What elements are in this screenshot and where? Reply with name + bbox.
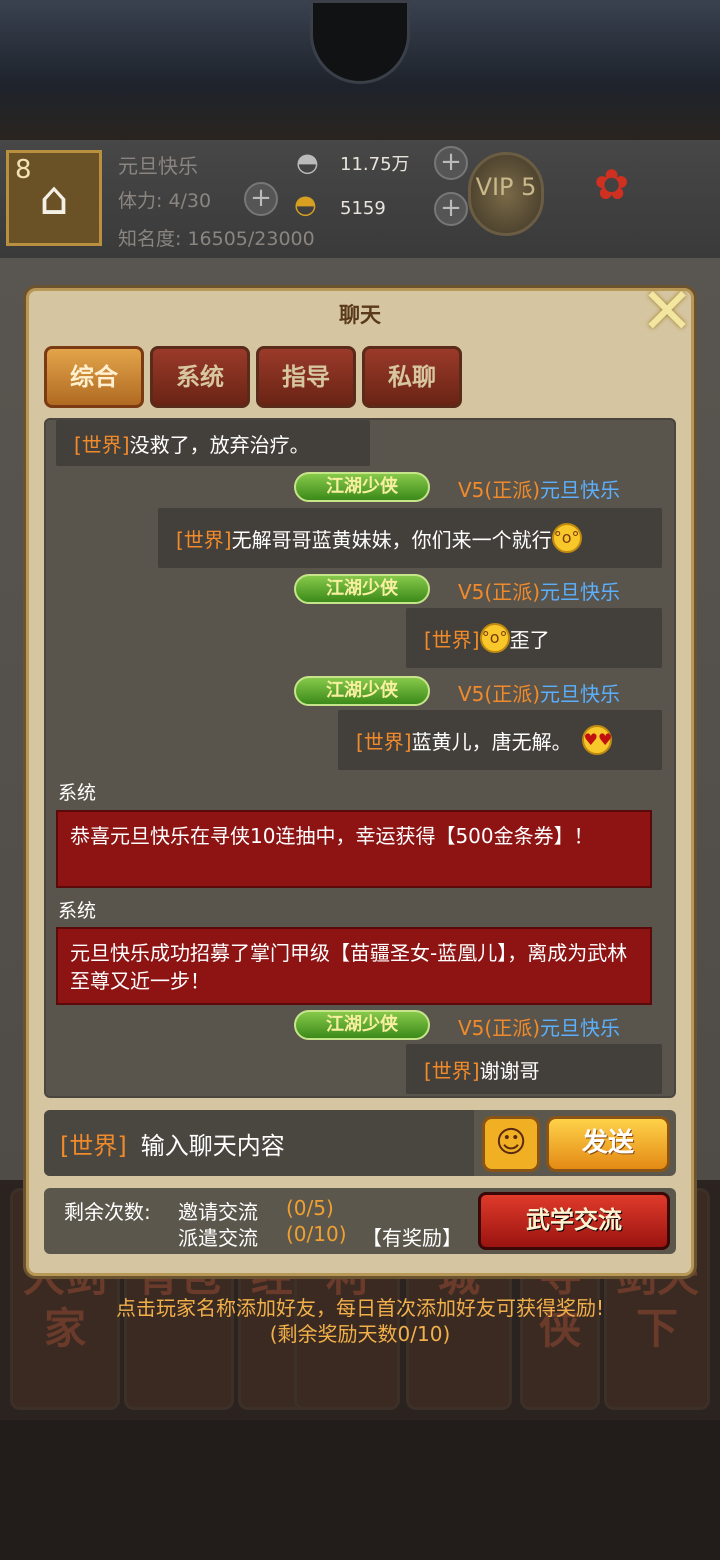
invite-label: 邀请交流 [178, 1200, 258, 1224]
player-level-badge[interactable]: 8 ⌂ [6, 150, 102, 246]
remaining-label: 剩余次数: [64, 1200, 151, 1224]
add-silver-button[interactable]: + [434, 146, 468, 180]
flushed-emoji-icon: °o° [479, 623, 510, 653]
close-icon[interactable]: ✕ [632, 280, 702, 344]
dispatch-count: (0/10) [286, 1222, 347, 1246]
stamina-label: 体力: 4/30 [118, 190, 212, 212]
channel-tag: [世界] [176, 527, 232, 552]
message-text: 没救了，放弃治疗。 [129, 432, 310, 457]
channel-tag: [世界] [424, 1058, 480, 1083]
friend-hint: 点击玩家名称添加好友，每日首次添加好友可获得奖励! [115, 1296, 605, 1320]
gold-amount: 5159 [340, 198, 386, 219]
sender-name[interactable]: V5(正派)元旦快乐 [458, 576, 620, 605]
player-name: 元旦快乐 [118, 154, 198, 178]
message-text: 无解哥哥蓝黄妹妹，你们来一个就行 [231, 527, 552, 552]
system-label: 系统 [58, 900, 97, 922]
smile-icon: ☺ [495, 1125, 527, 1160]
system-message: 恭喜元旦快乐在寻侠10连抽中，幸运获得【500金条券】！ [56, 810, 652, 888]
input-channel-tag: [世界] [60, 1131, 127, 1160]
title-badge: 江湖少侠 [294, 574, 430, 604]
pagoda-icon: ⌂ [39, 171, 69, 225]
tab-general[interactable]: 综合 [44, 346, 144, 408]
add-gold-button[interactable]: + [434, 192, 468, 226]
emoji-button[interactable]: ☺ [482, 1116, 540, 1172]
reward-days-hint: (剩余奖励天数0/10) [269, 1322, 451, 1346]
silver-ingot-icon: ◓ [296, 148, 319, 178]
vip-level: VIP 5 [475, 173, 537, 201]
chat-input[interactable]: [世界] 输入聊天内容 [44, 1110, 474, 1176]
chat-bubble: [世界] 蓝黄儿，唐无解。 ♥♥ [338, 710, 662, 770]
sender-name[interactable]: V5(正派)元旦快乐 [458, 1012, 620, 1041]
message-text: 谢谢哥 [479, 1058, 540, 1083]
player-level: 8 [15, 155, 32, 185]
sender-rank: V5(正派) [458, 682, 541, 706]
chat-bubble: [世界] 没救了，放弃治疗。 [56, 420, 370, 466]
input-placeholder: 输入聊天内容 [140, 1131, 285, 1160]
martial-exchange-button[interactable]: 武学交流 [478, 1192, 670, 1250]
tab-guide[interactable]: 指导 [256, 346, 356, 408]
reward-note: 【有奖励】 [362, 1226, 462, 1250]
flushed-emoji-icon: °o° [551, 523, 582, 553]
sender-nickname: 元旦快乐 [540, 580, 621, 604]
title-badge: 江湖少侠 [294, 1010, 430, 1040]
sender-nickname: 元旦快乐 [540, 1016, 621, 1040]
roof-background [0, 0, 720, 140]
tab-private[interactable]: 私聊 [362, 346, 462, 408]
dispatch-label: 派遣交流 [178, 1226, 258, 1250]
message-text: 歪了 [509, 627, 550, 652]
gold-ingot-icon: ◓ [294, 190, 317, 220]
footer-background [0, 1420, 720, 1560]
chat-bubble: [世界] °o° 歪了 [406, 608, 662, 668]
send-button[interactable]: 发送 [546, 1116, 670, 1172]
chat-bubble: [世界] 谢谢哥 [406, 1044, 662, 1094]
vip-badge[interactable]: VIP 5 [468, 152, 544, 236]
tab-system[interactable]: 系统 [150, 346, 250, 408]
channel-tag: [世界] [356, 729, 412, 754]
channel-tag: [世界] [74, 432, 130, 457]
sender-rank: V5(正派) [458, 1016, 541, 1040]
event-icon[interactable]: ✿ [594, 160, 694, 240]
system-message: 元旦快乐成功招募了掌门甲级【苗疆圣女-蓝凰儿】，离成为武林至尊又近一步！ [56, 927, 652, 1005]
system-label: 系统 [58, 782, 97, 804]
sender-name[interactable]: V5(正派)元旦快乐 [458, 678, 620, 707]
chat-bubble: [世界] 无解哥哥蓝黄妹妹，你们来一个就行 °o° [158, 508, 662, 568]
title-badge: 江湖少侠 [294, 472, 430, 502]
roof-ornament [310, 0, 410, 84]
sender-rank: V5(正派) [458, 580, 541, 604]
sender-nickname: 元旦快乐 [540, 682, 621, 706]
game-scene: 8 ⌂ 元旦快乐 体力: 4/30 + 知名度: 16505/23000 ◓ 1… [0, 0, 720, 1560]
heart-eyes-emoji-icon: ♥♥ [581, 725, 612, 755]
sender-rank: V5(正派) [458, 478, 541, 502]
sender-nickname: 元旦快乐 [540, 478, 621, 502]
message-text: 蓝黄儿，唐无解。 [411, 729, 572, 754]
title-badge: 江湖少侠 [294, 676, 430, 706]
sender-name[interactable]: V5(正派)元旦快乐 [458, 474, 620, 503]
fame-label: 知名度: 16505/23000 [118, 228, 315, 250]
add-stamina-button[interactable]: + [244, 182, 278, 216]
silver-amount: 11.75万 [340, 154, 410, 175]
chat-panel-title: 聊天 [339, 303, 381, 327]
channel-tag: [世界] [424, 627, 480, 652]
invite-count: (0/5) [286, 1196, 334, 1220]
